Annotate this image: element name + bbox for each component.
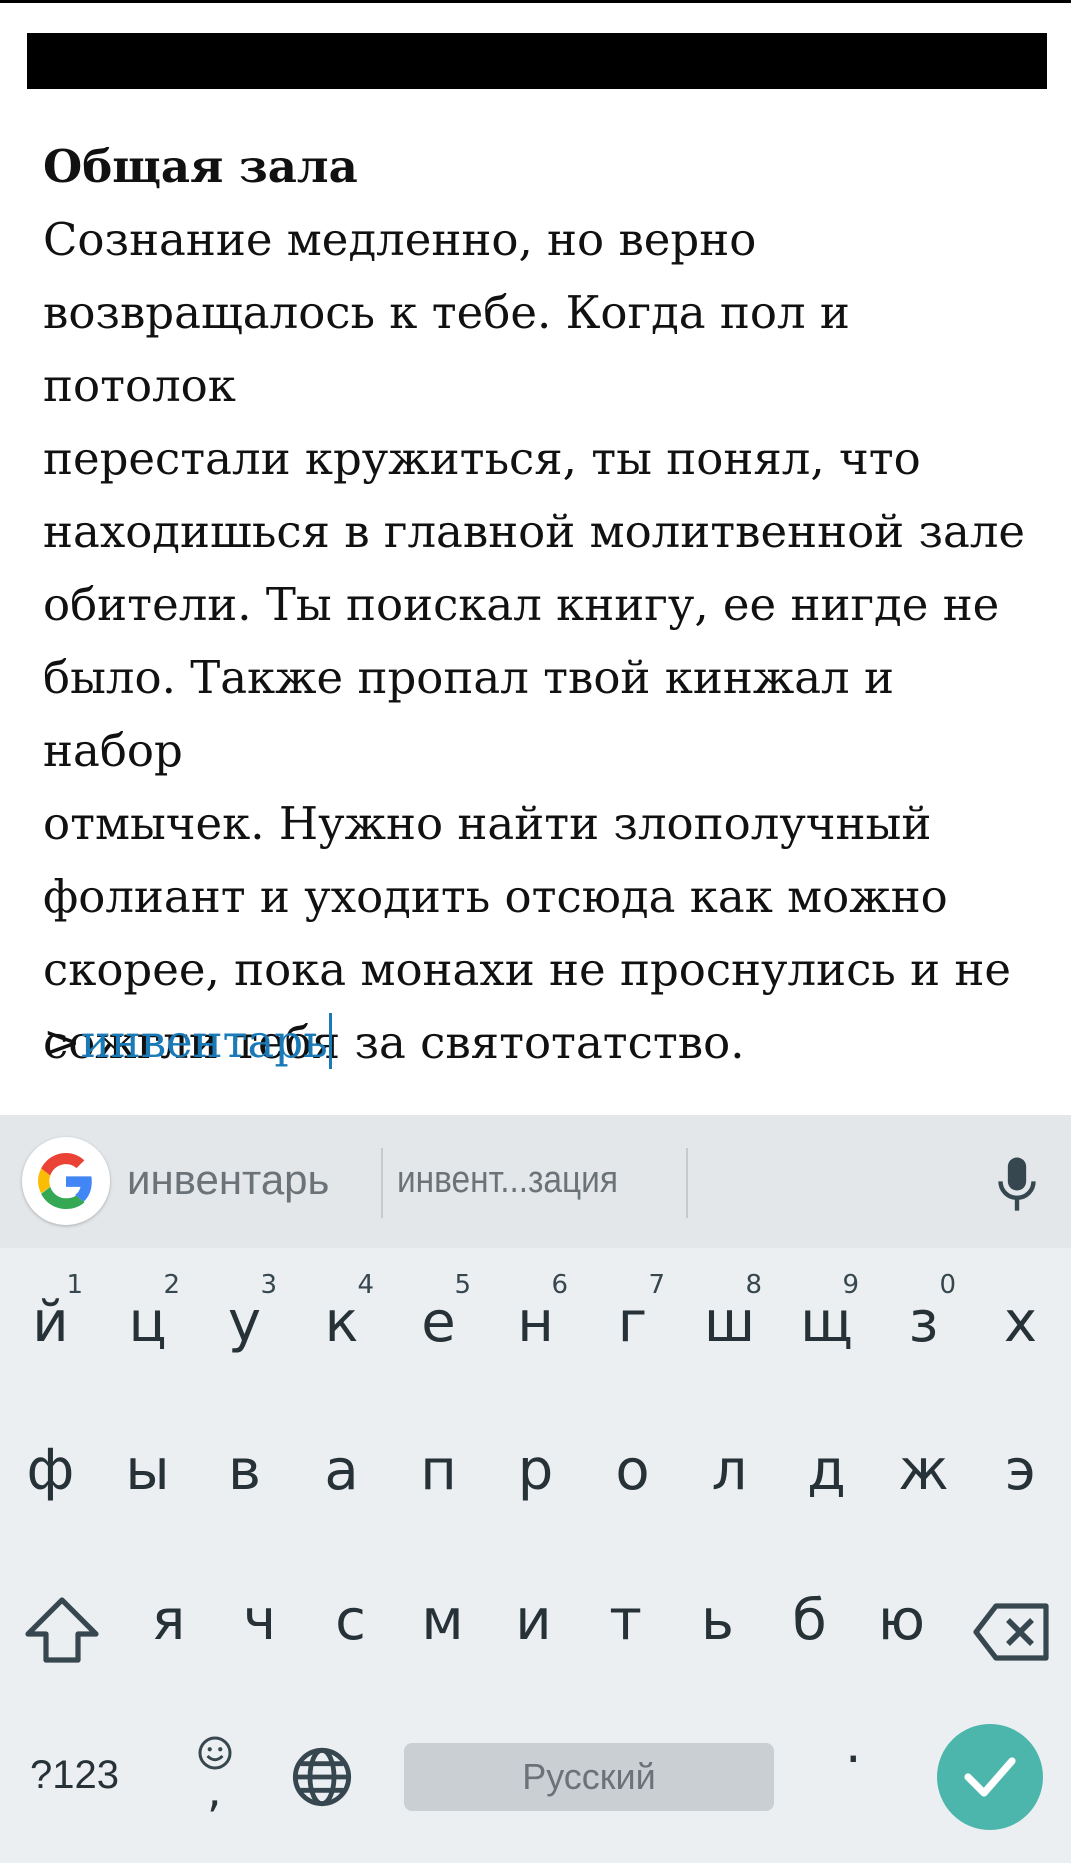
story-line: фолиант и уходить отсюда как можно	[43, 870, 948, 923]
google-search-button[interactable]	[22, 1137, 110, 1225]
key-м[interactable]: м	[394, 1548, 491, 1688]
key-т[interactable]: т	[577, 1548, 674, 1688]
checkmark-icon	[964, 1757, 1016, 1797]
story-text: Общая зала Сознание медленно, но верно в…	[43, 130, 1043, 1079]
story-line: перестали кружиться, ты понял, что	[43, 432, 921, 485]
space-bar[interactable]: Русский	[404, 1743, 774, 1811]
key-ь[interactable]: ь	[669, 1548, 766, 1688]
key-р[interactable]: р	[487, 1398, 584, 1538]
story-line: было. Также пропал твой кинжал и набор	[43, 651, 894, 777]
key-д[interactable]: д	[778, 1398, 875, 1538]
key-row-2: ф ы в а п р о л д ж э	[0, 1398, 1071, 1548]
key-ы[interactable]: ы	[99, 1398, 196, 1538]
key-е[interactable]: е5	[390, 1250, 487, 1390]
backspace-icon[interactable]	[972, 1602, 1052, 1662]
command-input[interactable]: инвентарь	[81, 1015, 328, 1068]
key-й[interactable]: й1	[2, 1250, 99, 1390]
story-line: отмычек. Нужно найти злополучный	[43, 797, 932, 850]
key-row-3: я ч с м и т ь б ю	[0, 1548, 1071, 1698]
enter-button[interactable]	[937, 1724, 1043, 1830]
comma-label: ,	[207, 1763, 222, 1817]
key-щ[interactable]: щ9	[778, 1250, 875, 1390]
key-я[interactable]: я	[120, 1548, 217, 1688]
key-row-1: й1 ц2 у3 к4 е5 н6 г7 ш8 щ9 з0 х	[0, 1250, 1071, 1400]
story-line: скорее, пока монахи не проснулись и не	[43, 943, 1012, 996]
key-н[interactable]: н6	[487, 1250, 584, 1390]
key-ф[interactable]: ф	[2, 1398, 99, 1538]
text-caret	[328, 1013, 332, 1069]
suggestion-1[interactable]: инвентарь	[127, 1145, 329, 1215]
key-з[interactable]: з0	[875, 1250, 972, 1390]
room-title: Общая зала	[43, 140, 358, 193]
suggestion-strip: инвентарь инвент...зация	[0, 1115, 1071, 1248]
command-prompt[interactable]: >инвентарь	[43, 1005, 332, 1078]
suggestion-divider	[381, 1148, 383, 1218]
key-ю[interactable]: ю	[853, 1548, 950, 1688]
globe-icon[interactable]	[290, 1745, 354, 1809]
suggestion-2[interactable]: инвент...зация	[397, 1145, 618, 1215]
google-g-icon	[38, 1153, 92, 1209]
key-ц[interactable]: ц2	[99, 1250, 196, 1390]
story-line: обители. Ты поискал книгу, ее нигде не	[43, 578, 1000, 631]
key-к[interactable]: к4	[293, 1250, 390, 1390]
story-line: находишься в главной молитвенной зале	[43, 505, 1026, 558]
period-key[interactable]: .	[845, 1715, 862, 1775]
prompt-symbol: >	[43, 1015, 81, 1068]
key-ш[interactable]: ш8	[681, 1250, 778, 1390]
key-а[interactable]: а	[293, 1398, 390, 1538]
shift-icon[interactable]	[24, 1596, 100, 1664]
key-с[interactable]: с	[302, 1548, 399, 1688]
emoji-comma-key[interactable]: ,	[195, 1735, 235, 1825]
key-в[interactable]: в	[196, 1398, 293, 1538]
key-э[interactable]: э	[972, 1398, 1069, 1538]
top-border	[0, 0, 1071, 3]
location-bar: Общая зала	[27, 33, 1047, 136]
on-screen-keyboard: инвентарь инвент...зация й1 ц2 у3 к4 е5 …	[0, 1115, 1071, 1863]
story-line: Сознание медленно, но верно	[43, 213, 757, 266]
key-о[interactable]: о	[584, 1398, 681, 1538]
key-х[interactable]: х	[972, 1250, 1069, 1390]
key-л[interactable]: л	[681, 1398, 778, 1538]
key-г[interactable]: г7	[584, 1250, 681, 1390]
key-ч[interactable]: ч	[211, 1548, 308, 1688]
key-ж[interactable]: ж	[875, 1398, 972, 1538]
key-у[interactable]: у3	[196, 1250, 293, 1390]
microphone-icon[interactable]	[995, 1155, 1039, 1215]
key-п[interactable]: п	[390, 1398, 487, 1538]
key-и[interactable]: и	[485, 1548, 582, 1688]
story-line: возвращалось к тебе. Когда пол и потолок	[43, 286, 850, 412]
key-б[interactable]: б	[761, 1548, 858, 1688]
suggestion-divider	[686, 1148, 688, 1218]
symbols-key[interactable]: ?123	[30, 1753, 119, 1798]
